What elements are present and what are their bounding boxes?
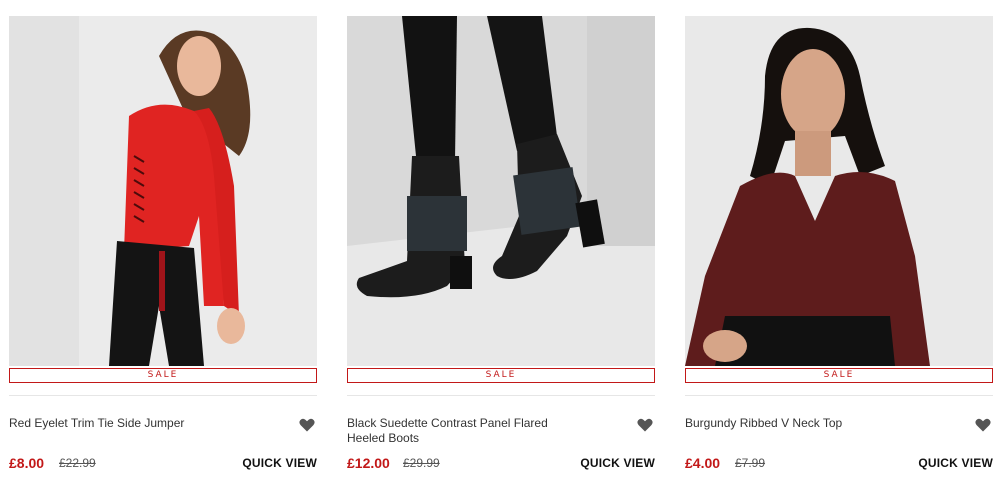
quick-view-button[interactable]: QUICK VIEW [580, 456, 655, 470]
product-image[interactable] [9, 16, 317, 366]
product-name[interactable]: Black Suedette Contrast Panel Flared Hee… [347, 416, 587, 446]
heart-icon[interactable] [637, 418, 653, 432]
sale-badge: SALE [685, 368, 993, 383]
product-name[interactable]: Burgundy Ribbed V Neck Top [685, 416, 925, 431]
quick-view-button[interactable]: QUICK VIEW [918, 456, 993, 470]
price-row: £4.00 £7.99 QUICK VIEW [685, 453, 993, 473]
product-info: Black Suedette Contrast Panel Flared Hee… [347, 416, 655, 446]
product-grid: SALE Red Eyelet Trim Tie Side Jumper £8.… [0, 0, 1004, 485]
original-price: £7.99 [735, 456, 766, 470]
divider [347, 395, 655, 396]
sale-price: £8.00 [9, 455, 45, 471]
product-name[interactable]: Red Eyelet Trim Tie Side Jumper [9, 416, 249, 431]
product-card[interactable]: SALE Red Eyelet Trim Tie Side Jumper £8.… [9, 16, 317, 471]
product-card[interactable]: SALE Black Suedette Contrast Panel Flare… [347, 16, 655, 471]
divider [685, 395, 993, 396]
price-row: £8.00 £22.99 QUICK VIEW [9, 453, 317, 473]
product-card[interactable]: SALE Burgundy Ribbed V Neck Top £4.00 £7… [685, 16, 993, 471]
divider [9, 395, 317, 396]
sale-badge: SALE [347, 368, 655, 383]
original-price: £29.99 [403, 456, 440, 470]
sale-price: £12.00 [347, 455, 390, 471]
heart-icon[interactable] [299, 418, 315, 432]
quick-view-button[interactable]: QUICK VIEW [242, 456, 317, 470]
heart-icon[interactable] [975, 418, 991, 432]
product-info: Burgundy Ribbed V Neck Top [685, 416, 993, 444]
sale-price: £4.00 [685, 455, 721, 471]
product-info: Red Eyelet Trim Tie Side Jumper [9, 416, 317, 444]
product-image[interactable] [347, 16, 655, 366]
original-price: £22.99 [59, 456, 96, 470]
product-image[interactable] [685, 16, 993, 366]
price-row: £12.00 £29.99 QUICK VIEW [347, 453, 655, 473]
sale-badge: SALE [9, 368, 317, 383]
